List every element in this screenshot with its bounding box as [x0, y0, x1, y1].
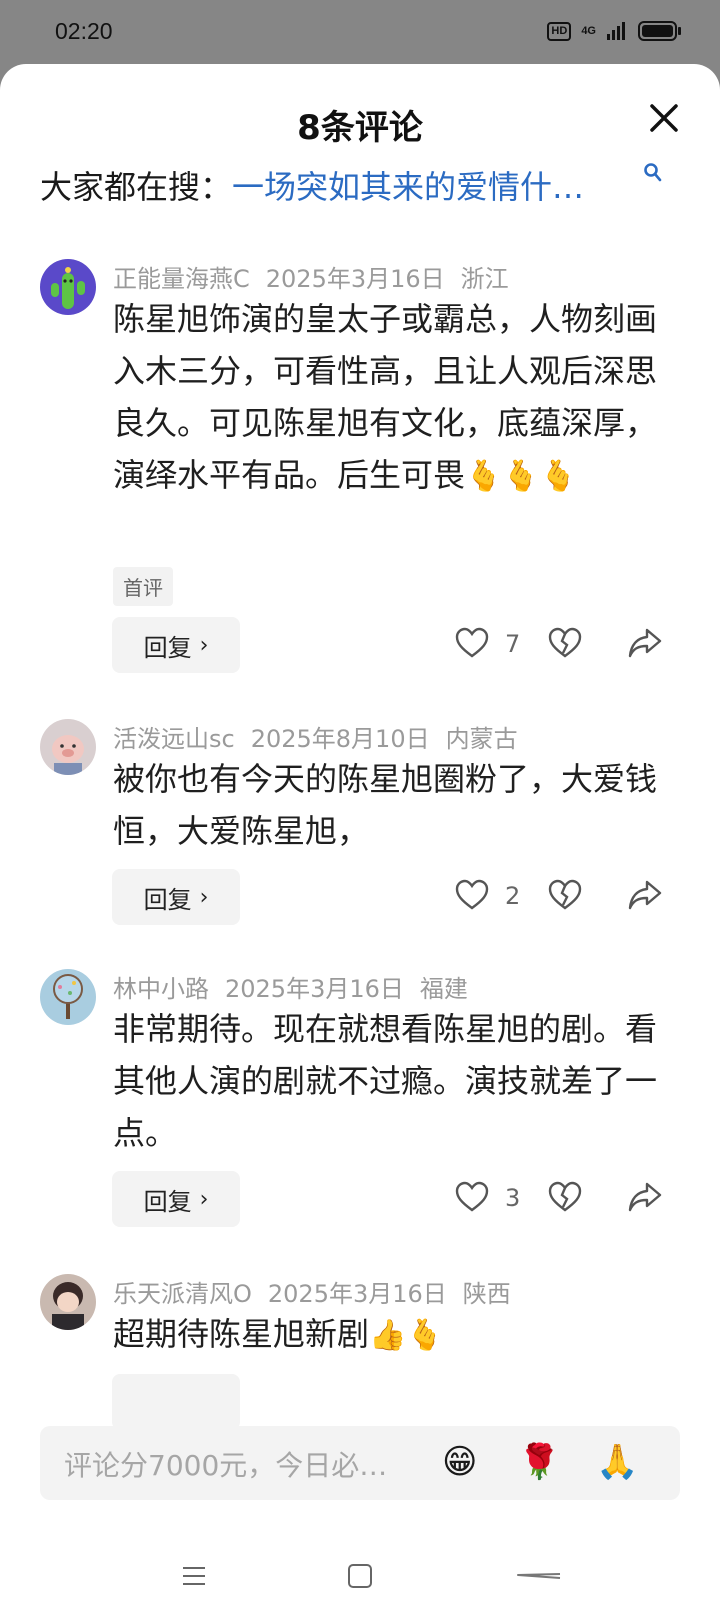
comment-date: 2025年3月16日 [267, 1280, 447, 1308]
comment-text-body: 非常期待。现在就想看陈星旭的剧。看其他人演的剧就不过瘾。演技就差了一点。 [113, 1010, 658, 1152]
comment-input-bar[interactable]: 评论分7000元，今日必… 😁 🌹 🙏 [40, 1426, 680, 1500]
home-icon[interactable] [346, 1562, 374, 1590]
reply-label: 回复 [143, 1187, 192, 1216]
status-bar: 02:20 HD 4G [0, 0, 720, 64]
search-icon[interactable] [643, 162, 663, 184]
comment-text: 非常期待。现在就想看陈星旭的剧。看其他人演的剧就不过瘾。演技就差了一点。 [113, 1003, 673, 1159]
share-icon[interactable] [627, 1181, 663, 1213]
comment-meta: 正能量海燕C 2025年3月16日 浙江 [113, 259, 525, 294]
comments-sheet: 8条评论 大家都在搜：一场突如其来的爱情什… 正能量海燕C 2025年3月16日浙… [0, 64, 720, 1612]
broken-heart-icon[interactable] [548, 627, 582, 659]
comment-username[interactable]: 活泼远山sc [113, 725, 235, 753]
back-icon[interactable] [514, 1562, 562, 1590]
broken-heart-icon[interactable] [548, 879, 582, 911]
comment-list: 正能量海燕C 2025年3月16日 浙江 陈星旭饰演的皇太子或霸总，人物刻画入木三分… [0, 249, 720, 1479]
comment-item: 正能量海燕C 2025年3月16日 浙江 陈星旭饰演的皇太子或霸总，人物刻画入木三分… [0, 249, 720, 699]
comment-date: 2025年3月16日 [225, 975, 404, 1003]
rose-emoji-button[interactable]: 🌹 [518, 1442, 560, 1482]
close-icon[interactable] [646, 100, 682, 136]
status-icons: HD 4G [547, 20, 682, 42]
reply-label: 回复 [143, 633, 192, 662]
comment-date: 2025年8月10日 [250, 725, 430, 753]
broken-heart-icon[interactable] [548, 1181, 582, 1213]
comment-item: 活泼远山sc 2025年8月10日 内蒙古 被你也有今天的陈星旭圈粉了，大爱钱恒，大… [0, 709, 720, 949]
comment-meta: 活泼远山sc 2025年8月10日 内蒙古 [113, 719, 534, 754]
comment-input-placeholder[interactable]: 评论分7000元，今日必… [64, 1444, 387, 1484]
hot-search[interactable]: 大家都在搜：一场突如其来的爱情什… [40, 162, 680, 206]
comment-text-body: 被你也有今天的陈星旭圈粉了，大爱钱恒，大爱陈星旭， [113, 760, 658, 850]
battery-icon [638, 21, 681, 41]
first-comment-tag: 首评 [113, 567, 173, 606]
avatar[interactable] [40, 719, 96, 775]
like-count: 2 [505, 882, 521, 910]
comment-text: 陈星旭饰演的皇太子或霸总，人物刻画入木三分，可看性高，且让人观后深思良久。可见陈… [113, 293, 673, 503]
comment-actions: 2 [455, 869, 680, 925]
heart-icon[interactable] [455, 879, 489, 911]
signal-icon [607, 22, 625, 40]
reply-button[interactable]: 回复 › [112, 869, 240, 925]
comment-username[interactable]: 乐天派清风O [113, 1280, 252, 1308]
avatar[interactable] [40, 969, 96, 1025]
pray-emoji-button[interactable]: 🙏 [596, 1442, 638, 1482]
comment-username[interactable]: 林中小路 [113, 975, 209, 1003]
hd-badge: HD [547, 21, 572, 41]
comment-location: 福建 [419, 975, 468, 1003]
comment-location: 内蒙古 [445, 725, 518, 753]
reply-button-partial[interactable] [112, 1374, 240, 1430]
comment-meta: 林中小路 2025年3月16日 福建 [113, 969, 484, 1004]
comment-username[interactable]: 正能量海燕C [113, 265, 250, 293]
comment-item: 林中小路 2025年3月16日 福建 非常期待。现在就想看陈星旭的剧。看其他人演的剧… [0, 959, 720, 1249]
comment-actions: 3 [455, 1171, 680, 1227]
avatar[interactable] [40, 1274, 96, 1330]
hot-search-query[interactable]: 一场突如其来的爱情什… [232, 168, 584, 206]
status-time: 02:20 [55, 18, 113, 44]
comment-location: 浙江 [460, 265, 509, 293]
comment-location: 陕西 [462, 1280, 511, 1308]
share-icon[interactable] [627, 627, 663, 659]
chevron-right-icon: › [199, 884, 209, 910]
heart-icon[interactable] [455, 627, 489, 659]
comment-text-body: 超期待陈星旭新剧 [113, 1315, 370, 1353]
like-count: 3 [505, 1184, 521, 1212]
chevron-right-icon: › [199, 1186, 209, 1212]
comment-text: 超期待陈星旭新剧👍🫰 [113, 1308, 673, 1362]
reply-button[interactable]: 回复 › [112, 1171, 240, 1227]
avatar[interactable] [40, 259, 96, 315]
comment-date: 2025年3月16日 [265, 265, 445, 293]
heart-icon[interactable] [455, 1181, 489, 1213]
grin-emoji-button[interactable]: 😁 [442, 1442, 477, 1482]
hot-search-prefix: 大家都在搜： [40, 168, 233, 206]
chevron-right-icon: › [199, 632, 209, 658]
comment-emojis: 🫰🫰🫰 [465, 459, 578, 494]
sheet-title: 8条评论 [297, 108, 423, 148]
share-icon[interactable] [627, 879, 663, 911]
system-nav-bar [0, 1550, 720, 1612]
like-count: 7 [505, 630, 521, 658]
reply-button[interactable]: 回复 › [112, 617, 240, 673]
comment-text: 被你也有今天的陈星旭圈粉了，大爱钱恒，大爱陈星旭， [113, 753, 673, 857]
comment-emojis: 👍🫰 [369, 1318, 444, 1353]
comment-actions: 7 [455, 617, 680, 673]
menu-icon[interactable] [180, 1562, 208, 1590]
network-label: 4G [581, 25, 596, 37]
comment-meta: 乐天派清风O 2025年3月16日 陕西 [113, 1274, 527, 1309]
reply-label: 回复 [143, 885, 192, 914]
